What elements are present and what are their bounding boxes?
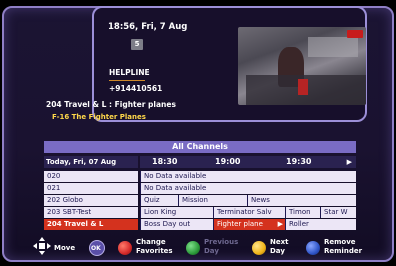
channel-cell[interactable]: 021 xyxy=(44,183,138,194)
dpad-move-icon xyxy=(33,237,51,255)
red-button[interactable] xyxy=(118,241,132,255)
program-cell[interactable]: Quiz xyxy=(140,195,178,206)
program-title: Fighter plane xyxy=(217,220,263,228)
reminder-arrow-icon: ▶ xyxy=(277,220,283,228)
guide-date: Today, Fri, 07 Aug xyxy=(44,156,138,168)
program-cell[interactable]: Roller xyxy=(285,219,356,230)
channel-cell[interactable]: 202 Globo xyxy=(44,195,138,206)
channel-logo-icon xyxy=(347,30,363,38)
helpline-label: HELPLINE xyxy=(109,68,150,77)
change-favorites-label-line2: Favorites xyxy=(136,247,173,255)
next-day-label-line2: Day xyxy=(270,247,285,255)
yellow-button[interactable] xyxy=(252,241,266,255)
time-slot: 19:30 xyxy=(286,156,312,168)
green-button[interactable] xyxy=(186,241,200,255)
program-cell-selected[interactable]: Fighter plane ▶ xyxy=(213,219,285,230)
change-favorites-label-line1: Change xyxy=(136,238,166,246)
program-cell[interactable]: Timon xyxy=(285,207,320,218)
guide-row[interactable]: 020 No Data available xyxy=(44,171,356,182)
helpline-number: +914410561 xyxy=(109,84,163,93)
guide-row[interactable]: 203 SBT-Test Lion King Terminator Salv T… xyxy=(44,207,356,218)
time-strip: 18:30 19:00 19:30 ▶ xyxy=(140,156,356,168)
channel-cell[interactable]: 020 xyxy=(44,171,138,182)
guide-grid: 020 No Data available 021 No Data availa… xyxy=(44,171,356,231)
previous-day-label-line1: Previous xyxy=(204,238,239,246)
channel-cell[interactable]: 204 Travel & L xyxy=(44,219,138,230)
previous-day-label-line2: Day xyxy=(204,247,219,255)
guide-row[interactable]: 021 No Data available xyxy=(44,183,356,194)
guide-row-selected[interactable]: 204 Travel & L Boss Day out Fighter plan… xyxy=(44,219,356,230)
program-cell[interactable]: Star W xyxy=(320,207,356,218)
next-day-label-line1: Next xyxy=(270,238,289,246)
time-slot: 18:30 xyxy=(152,156,178,168)
channel-number-badge: 5 xyxy=(131,39,143,50)
time-slot: 19:00 xyxy=(215,156,241,168)
program-cell[interactable]: No Data available xyxy=(140,171,356,182)
scroll-right-icon[interactable]: ▶ xyxy=(347,156,352,168)
guide-row[interactable]: 202 Globo Quiz Mission News xyxy=(44,195,356,206)
program-cell[interactable]: Terminator Salv xyxy=(213,207,285,218)
channel-cell[interactable]: 203 SBT-Test xyxy=(44,207,138,218)
program-cell[interactable]: Mission xyxy=(178,195,247,206)
current-program-subtitle: F-16 The Fighter Planes xyxy=(52,113,146,121)
current-program-title: 204 Travel & L : Fighter planes xyxy=(46,100,176,109)
program-cell[interactable]: No Data available xyxy=(140,183,356,194)
program-cell[interactable]: Lion King xyxy=(140,207,213,218)
clock: 18:56, Fri, 7 Aug xyxy=(108,22,188,32)
guide-title: All Channels xyxy=(44,141,356,153)
helpline-divider xyxy=(109,80,145,81)
video-preview xyxy=(238,27,366,105)
ok-label: OK xyxy=(91,245,101,252)
remove-reminder-label-line1: Remove xyxy=(324,238,356,246)
blue-button[interactable] xyxy=(306,241,320,255)
remove-reminder-label-line2: Reminder xyxy=(324,247,363,255)
move-label: Move xyxy=(54,244,76,252)
program-cell[interactable]: Boss Day out xyxy=(140,219,213,230)
program-cell[interactable]: News xyxy=(247,195,356,206)
guide-timeline: Today, Fri, 07 Aug 18:30 19:00 19:30 ▶ xyxy=(44,156,356,168)
